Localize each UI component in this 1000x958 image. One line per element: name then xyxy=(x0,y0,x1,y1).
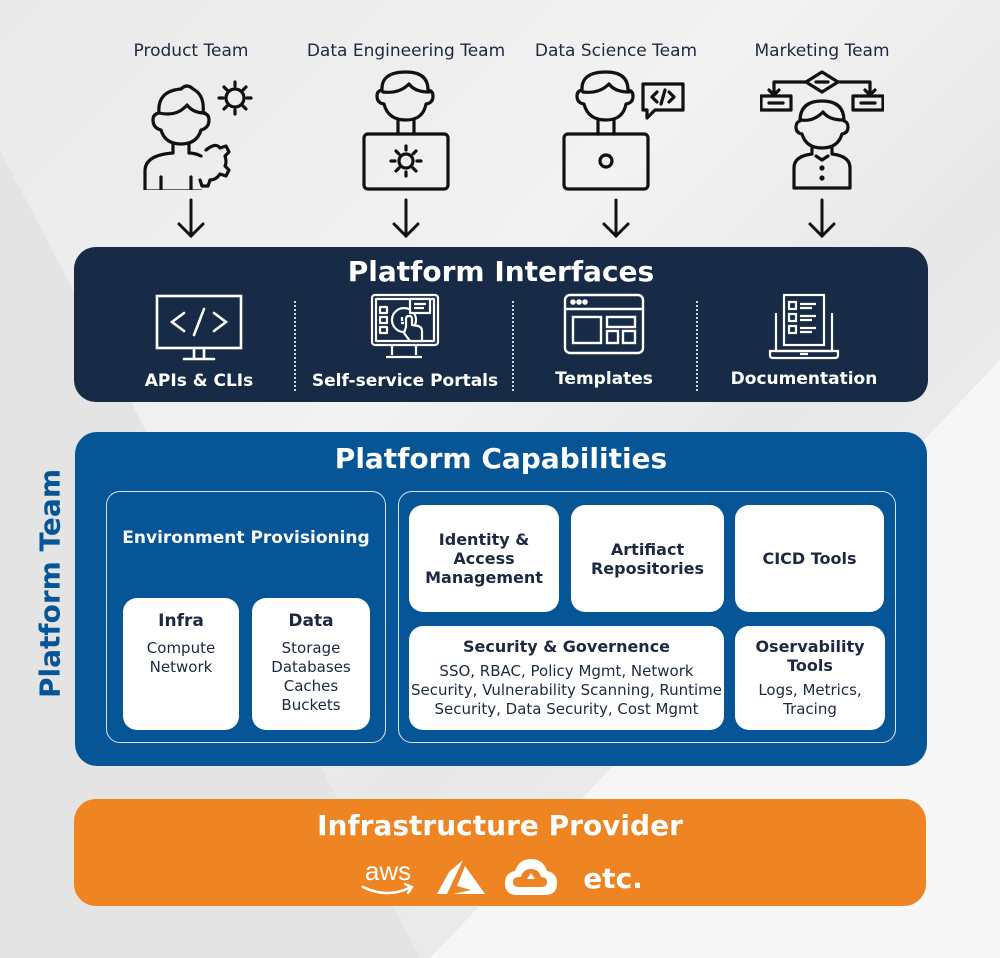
infra-card: Infra Compute Network xyxy=(123,598,239,730)
divider xyxy=(696,301,698,391)
interface-apis-clis: APIs & CLIs xyxy=(124,293,274,393)
security-governance-card: Security & Governence SSO, RBAC, Policy … xyxy=(409,626,724,730)
identity-access-management-card: Identity & Access Management xyxy=(409,505,559,612)
arrow-down-icon xyxy=(392,198,420,239)
interface-label: Self-service Portals xyxy=(311,371,499,391)
panel-title: Infrastructure Provider xyxy=(317,809,683,842)
team-label: Data Engineering Team xyxy=(306,41,506,61)
browser-template-icon xyxy=(563,293,645,355)
platform-team-label: Platform Team xyxy=(33,469,67,698)
platform-services-group: Identity & Access Management Artifiact R… xyxy=(398,491,896,743)
list-item: Databases xyxy=(271,658,351,676)
laptop-checklist-icon xyxy=(768,293,840,360)
card-title: Artifiact Repositories xyxy=(590,539,704,578)
person-laptop-gear-icon xyxy=(362,70,450,191)
group-title: Environment Provisioning xyxy=(122,528,370,548)
environment-provisioning-group: Environment Provisioning Infra Compute N… xyxy=(106,491,386,743)
team-product: Product Team xyxy=(81,40,301,239)
team-data-engineering: Data Engineering Team xyxy=(296,40,516,239)
card-title: CICD Tools xyxy=(762,549,857,568)
person-gears-icon xyxy=(143,80,253,190)
azure-logo-icon xyxy=(437,860,486,894)
aws-logo-icon: aws xyxy=(361,858,414,895)
cicd-tools-card: CICD Tools xyxy=(735,505,884,612)
arrow-down-icon xyxy=(808,198,836,239)
interface-label: Templates xyxy=(555,369,653,389)
list-item: Buckets xyxy=(281,696,341,714)
card-body: Logs, Metrics, Tracing xyxy=(758,681,862,718)
card-title: Security & Governence xyxy=(462,637,671,656)
list-item: Network xyxy=(149,658,213,676)
provider-logos: aws etc. xyxy=(74,857,926,899)
arrow-down-icon xyxy=(602,198,630,239)
team-data-science: Data Science Team xyxy=(506,40,726,239)
arrow-down-icon xyxy=(177,198,205,239)
google-cloud-logo-icon xyxy=(505,859,558,895)
card-title: Infra xyxy=(158,611,204,631)
observability-tools-card: Oservability Tools Logs, Metrics, Tracin… xyxy=(735,626,885,730)
infrastructure-provider-panel: Infrastructure Provider aws etc. xyxy=(74,799,926,906)
touch-screen-portal-icon xyxy=(370,293,440,359)
team-label: Data Science Team xyxy=(534,41,698,61)
person-flowchart-icon xyxy=(760,70,884,190)
interface-templates: Templates xyxy=(529,293,679,393)
platform-interfaces-panel: Platform Interfaces APIs & CLIs Self-ser… xyxy=(74,247,928,402)
panel-title: Platform Capabilities xyxy=(334,442,668,475)
monitor-code-icon xyxy=(155,294,243,361)
data-card: Data Storage Databases Caches Buckets xyxy=(252,598,370,730)
platform-capabilities-panel: Platform Capabilities Environment Provis… xyxy=(75,432,927,766)
artifact-repositories-card: Artifiact Repositories xyxy=(571,505,724,612)
team-label: Marketing Team xyxy=(754,41,890,61)
svg-text:aws: aws xyxy=(365,858,411,886)
panel-title: Platform Interfaces xyxy=(347,255,655,288)
card-body: Compute Network xyxy=(147,639,215,677)
card-title: Data xyxy=(288,611,334,631)
list-item: Caches xyxy=(283,677,339,695)
divider xyxy=(294,301,296,391)
card-title: Oservability Tools xyxy=(755,637,865,675)
etc-label: etc. xyxy=(583,861,643,895)
team-label: Product Team xyxy=(133,41,249,61)
interface-documentation: Documentation xyxy=(729,293,879,393)
card-body: SSO, RBAC, Policy Mgmt, Network Security… xyxy=(410,662,723,718)
person-laptop-code-icon xyxy=(562,70,685,191)
divider xyxy=(512,301,514,391)
interface-self-service-portals: Self-service Portals xyxy=(310,293,500,393)
interface-label: Documentation xyxy=(730,369,878,389)
list-item: Compute xyxy=(146,639,216,657)
card-title: Identity & Access Management xyxy=(425,530,543,587)
team-marketing: Marketing Team xyxy=(712,40,932,239)
card-body: Storage Databases Caches Buckets xyxy=(271,639,350,715)
interface-label: APIs & CLIs xyxy=(144,371,254,391)
list-item: Storage xyxy=(281,639,341,657)
